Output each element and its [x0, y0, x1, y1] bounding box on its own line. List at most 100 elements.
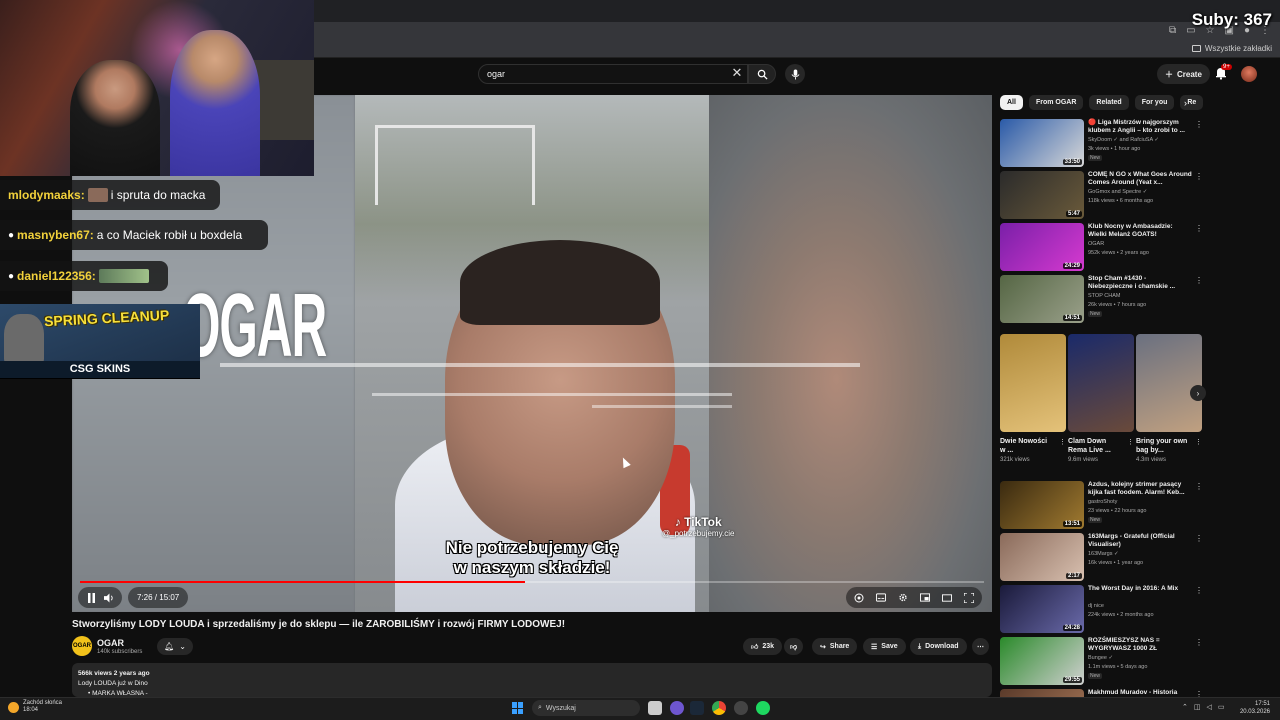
shorts-next-icon[interactable]: ›: [1190, 385, 1206, 401]
clear-search-icon[interactable]: ✕: [730, 65, 744, 81]
video-thumbnail[interactable]: 5:47: [1000, 171, 1084, 219]
chat-username: daniel122356:: [17, 269, 96, 283]
video-thumbnail[interactable]: 13:51: [1000, 481, 1084, 529]
recommendation-card[interactable]: 24:29 Klub Nocny w Ambasadzie: Wielki Mel…: [1000, 223, 1203, 271]
video-thumbnail[interactable]: 14:51: [1000, 275, 1084, 323]
battery-icon[interactable]: ▭: [1218, 703, 1225, 711]
more-vert-icon[interactable]: ⋮: [1195, 276, 1203, 285]
notifications-badge: 9+: [1221, 64, 1232, 70]
video-thumbnail[interactable]: 24:28: [1000, 585, 1084, 633]
chip-from-ogar[interactable]: From OGAR: [1028, 95, 1084, 110]
recommendation-title[interactable]: 🔴 Liga Mistrzów najgorszym klubem z Angl…: [1088, 119, 1192, 135]
recommendation-card[interactable]: 29:55 ROZŚMIESZYSZ NAS = WYGRYWASZ 1000 Z…: [1000, 637, 1203, 685]
short-card[interactable]: Dwie Nowości w ... 321k views ⋮: [1000, 334, 1066, 463]
more-vert-icon[interactable]: ⋮: [1195, 224, 1203, 233]
subscription-bell-button[interactable]: 🔔︎ ⌄: [157, 638, 193, 655]
chevron-right-icon[interactable]: ›: [1184, 98, 1187, 108]
video-thumbnail[interactable]: 29:55: [1000, 637, 1084, 685]
spotify-icon[interactable]: [756, 701, 770, 715]
progress-bar[interactable]: [80, 581, 984, 583]
discord-icon[interactable]: [670, 701, 684, 715]
system-tray: ⌃ ◫ ◁ ▭: [1182, 703, 1225, 711]
recommendation-title[interactable]: Stop Cham #1430 - Niebezpieczne i chamsk…: [1088, 275, 1192, 291]
recommendation-card[interactable]: 5:47 COMĘ N GO x What Goes Around Comes A…: [1000, 171, 1203, 219]
recommendation-meta: 952k views • 2 years ago: [1088, 250, 1149, 256]
more-vert-icon[interactable]: ⋮: [1195, 534, 1203, 543]
chip-all[interactable]: All: [1000, 95, 1023, 110]
channel-avatar[interactable]: OGAR: [72, 636, 92, 656]
voice-search-button[interactable]: [785, 64, 805, 84]
recommendation-title[interactable]: Azdus, kolejny strimer pasący kijka fast…: [1088, 481, 1192, 497]
video-thumbnail[interactable]: 33:50: [1000, 119, 1084, 167]
more-actions-button[interactable]: ⋯: [972, 638, 989, 655]
chevron-up-icon[interactable]: ⌃: [1182, 703, 1188, 711]
search-input[interactable]: ogar: [478, 64, 748, 84]
short-thumbnail[interactable]: [1000, 334, 1066, 432]
recommendation-card[interactable]: 33:50 🔴 Liga Mistrzów najgorszym klubem z…: [1000, 119, 1203, 167]
video-thumbnail[interactable]: 24:29: [1000, 223, 1084, 271]
obs-icon[interactable]: [734, 701, 748, 715]
recommendation-title[interactable]: COMĘ N GO x What Goes Around Comes Aroun…: [1088, 171, 1192, 187]
save-label: Save: [881, 643, 898, 650]
more-vert-icon[interactable]: ⋮: [1195, 438, 1202, 446]
recommendation-card[interactable]: 24:28 The Worst Day in 2016: A Mix dj nice…: [1000, 585, 1203, 633]
short-thumbnail[interactable]: [1068, 334, 1134, 432]
sun-icon: [8, 701, 19, 713]
playback-controls: [78, 587, 122, 608]
create-button[interactable]: ＋ Create: [1157, 64, 1210, 84]
autoplay-toggle-icon[interactable]: [854, 593, 864, 603]
recommendation-card[interactable]: 2:17 163Margs - Grateful (Official Visual…: [1000, 533, 1203, 581]
taskbar-search[interactable]: ⌕ Wyszukaj: [532, 700, 640, 716]
task-view-icon[interactable]: [648, 701, 662, 715]
system-clock[interactable]: 17:51 20.03.2026: [1240, 700, 1270, 716]
recommendation-title[interactable]: Klub Nocny w Ambasadzie: Wielki Melanż G…: [1088, 223, 1192, 239]
search-button[interactable]: [748, 64, 776, 84]
recommendation-title[interactable]: 163Margs - Grateful (Official Visualiser…: [1088, 533, 1192, 549]
recommendation-title[interactable]: The Worst Day in 2016: A Mix: [1088, 585, 1192, 593]
volume-icon[interactable]: [104, 592, 114, 603]
settings-gear-icon[interactable]: [898, 593, 908, 603]
more-vert-icon[interactable]: ⋮: [1195, 120, 1203, 129]
description-box[interactable]: 566k views 2 years ago Lody LOUDA już w …: [72, 663, 992, 697]
more-vert-icon[interactable]: ⋮: [1059, 438, 1066, 446]
subtitles-icon[interactable]: [876, 593, 886, 603]
taskbar: [0, 697, 1280, 720]
all-bookmarks-button[interactable]: Wszystkie zakładki: [1191, 44, 1272, 53]
network-icon[interactable]: ◫: [1194, 703, 1201, 711]
video-thumbnail[interactable]: 2:17: [1000, 533, 1084, 581]
channel-name[interactable]: OGAR: [97, 638, 124, 648]
short-card[interactable]: Clam Down Rema Live ... 9.6m views ⋮: [1068, 334, 1134, 463]
chrome-icon[interactable]: [712, 701, 726, 715]
recommendation-card[interactable]: 14:51 Stop Cham #1430 - Niebezpieczne i c…: [1000, 275, 1203, 323]
recommendation-title[interactable]: ROZŚMIESZYSZ NAS = WYGRYWASZ 1000 ZŁ: [1088, 637, 1192, 653]
account-avatar[interactable]: [1241, 66, 1257, 82]
speaker-icon[interactable]: ◁: [1207, 703, 1212, 711]
football-goal-image: [375, 125, 535, 205]
save-button[interactable]: ☰ Save: [863, 638, 906, 655]
more-vert-icon[interactable]: ⋮: [1195, 172, 1203, 181]
start-button[interactable]: [512, 702, 524, 714]
fullscreen-icon[interactable]: [964, 592, 974, 603]
dislike-button[interactable]: 👎︎: [784, 638, 804, 655]
time-display: 7:26 / 15:07: [128, 587, 189, 608]
download-button[interactable]: ⤓ Download: [910, 638, 967, 655]
more-vert-icon[interactable]: ⋮: [1195, 482, 1203, 491]
more-vert-icon[interactable]: ⋮: [1195, 586, 1203, 595]
pause-icon[interactable]: [86, 592, 96, 603]
weather-widget[interactable]: Zachód słońca 18:04: [8, 700, 62, 714]
share-button[interactable]: ↪ Share: [812, 638, 858, 655]
chip-for-you[interactable]: For you: [1134, 95, 1175, 110]
theater-mode-icon[interactable]: [942, 593, 952, 603]
search-query: ogar: [487, 69, 506, 79]
more-vert-icon[interactable]: ⋮: [1195, 638, 1203, 647]
steam-icon[interactable]: [690, 701, 704, 715]
recommendation-card[interactable]: 13:51 Azdus, kolejny strimer pasący kijka…: [1000, 481, 1203, 529]
plus-icon: ＋: [1165, 69, 1173, 79]
recommendation-title[interactable]: Makhmud Muradov - Historia: [1088, 689, 1192, 697]
chip-related[interactable]: Related: [1089, 95, 1129, 110]
more-vert-icon[interactable]: ⋮: [1127, 438, 1134, 446]
miniplayer-icon[interactable]: [920, 593, 930, 603]
translate-icon[interactable]: ⧉: [1169, 25, 1176, 36]
like-button[interactable]: 👍︎ 23k: [743, 638, 783, 655]
short-thumbnail[interactable]: [1136, 334, 1202, 432]
